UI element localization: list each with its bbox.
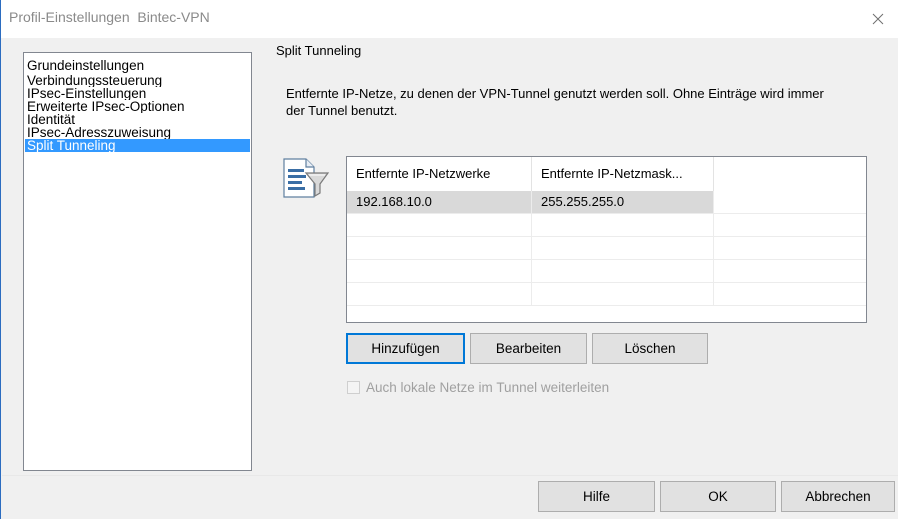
nav-item-split-tunneling[interactable]: Split Tunneling — [25, 139, 250, 152]
local-networks-label: Auch lokale Netze im Tunnel weiterleiten — [366, 379, 610, 395]
column-header-remote-networks[interactable]: Entfernte IP-Netzwerke — [347, 157, 532, 191]
filter-list-icon — [283, 158, 330, 198]
settings-nav-list[interactable]: Grundeinstellungen Verbindungssteuerung … — [23, 52, 252, 471]
cell-network — [347, 260, 532, 282]
table-header: Entfernte IP-Netzwerke Entfernte IP-Netz… — [347, 157, 866, 191]
nav-item-ipsec-adresszuweisung[interactable]: IPsec-Adresszuweisung — [24, 126, 251, 139]
column-header-remote-netmask[interactable]: Entfernte IP-Netzmask... — [532, 157, 714, 191]
table-row[interactable]: 192.168.10.0 255.255.255.0 — [347, 191, 866, 214]
cell-netmask: 255.255.255.0 — [532, 191, 714, 213]
column-header-empty[interactable] — [714, 157, 866, 191]
ok-button[interactable]: OK — [660, 481, 776, 512]
cell-netmask — [532, 214, 714, 236]
window-title: Profil-Einstellungen Bintec-VPN — [9, 9, 210, 25]
remote-networks-table[interactable]: Entfernte IP-Netzwerke Entfernte IP-Netz… — [346, 156, 867, 323]
section-title: Split Tunneling — [276, 43, 362, 58]
cell-network — [347, 214, 532, 236]
cell-network — [347, 237, 532, 259]
cell-empty — [714, 260, 866, 282]
table-row[interactable] — [347, 237, 866, 260]
footer-divider — [2, 475, 898, 476]
nav-item-erweiterte-ipsec-optionen[interactable]: Erweiterte IPsec-Optionen — [24, 100, 251, 113]
cell-network: 192.168.10.0 — [347, 191, 532, 213]
profile-settings-window: Profil-Einstellungen Bintec-VPN Grundein… — [0, 0, 898, 519]
nav-item-verbindungssteuerung[interactable]: Verbindungssteuerung — [24, 74, 251, 87]
nav-item-grundeinstellungen[interactable]: Grundeinstellungen — [24, 58, 251, 74]
table-row[interactable] — [347, 260, 866, 283]
cancel-button[interactable]: Abbrechen — [781, 481, 895, 512]
help-button[interactable]: Hilfe — [538, 481, 655, 512]
cell-empty — [714, 237, 866, 259]
nav-item-identitaet[interactable]: Identität — [24, 113, 251, 126]
nav-item-ipsec-einstellungen[interactable]: IPsec-Einstellungen — [24, 87, 251, 100]
title-bar: Profil-Einstellungen Bintec-VPN — [1, 0, 898, 38]
cell-network — [347, 283, 532, 305]
cell-netmask — [532, 237, 714, 259]
cell-netmask — [532, 260, 714, 282]
close-icon — [872, 13, 884, 25]
table-row[interactable] — [347, 214, 866, 237]
local-networks-checkbox[interactable] — [347, 380, 360, 394]
local-networks-option[interactable]: Auch lokale Netze im Tunnel weiterleiten — [347, 378, 609, 396]
cell-netmask — [532, 283, 714, 305]
section-description: Entfernte IP-Netze, zu denen der VPN-Tun… — [286, 86, 824, 118]
table-row[interactable] — [347, 283, 866, 306]
delete-button[interactable]: Löschen — [592, 333, 708, 364]
cell-empty — [714, 191, 866, 213]
cell-empty — [714, 283, 866, 305]
add-button[interactable]: Hinzufügen — [346, 333, 465, 364]
cell-empty — [714, 214, 866, 236]
edit-button[interactable]: Bearbeiten — [470, 333, 587, 364]
close-button[interactable] — [858, 0, 898, 38]
